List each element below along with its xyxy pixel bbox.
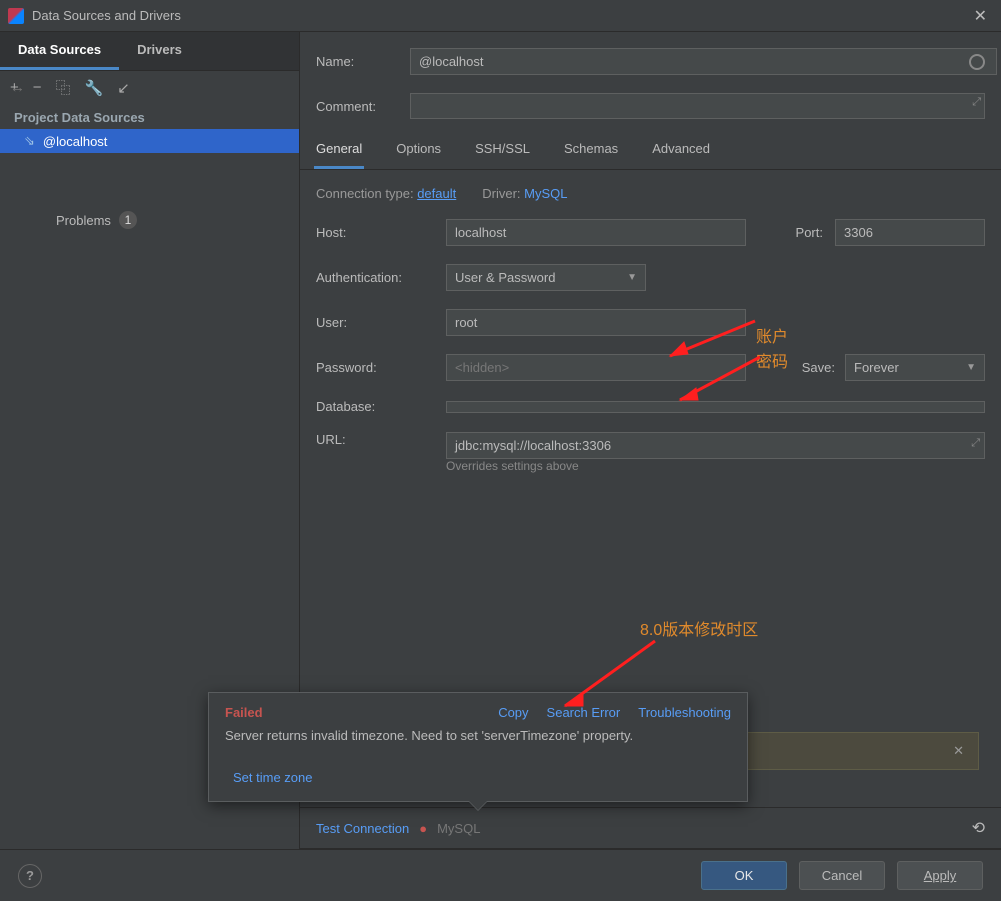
tab-schemas[interactable]: Schemas [562, 135, 620, 169]
datasource-item[interactable]: ⇘ @localhost [0, 129, 299, 153]
tooltip-troubleshooting-link[interactable]: Troubleshooting [638, 705, 731, 720]
tab-advanced[interactable]: Advanced [650, 135, 712, 169]
host-label: Host: [316, 225, 434, 240]
cancel-button[interactable]: Cancel [799, 861, 885, 890]
tab-data-sources[interactable]: Data Sources [0, 32, 119, 70]
problems-count-badge: 1 [119, 211, 137, 229]
help-button[interactable]: ? [18, 864, 42, 888]
auth-select[interactable]: User & Password ▼ [446, 264, 646, 291]
test-connection-link[interactable]: Test Connection [316, 821, 409, 836]
apply-button[interactable]: Apply [897, 861, 983, 890]
remove-icon[interactable]: − [33, 79, 42, 96]
wrench-icon[interactable]: 🔧 [85, 79, 104, 97]
chevron-down-icon: ▼ [627, 272, 637, 283]
connection-info-row: Connection type: default Driver: MySQL [316, 186, 985, 201]
close-banner-icon[interactable]: ✕ [953, 743, 964, 759]
tab-general[interactable]: General [314, 135, 364, 169]
password-input[interactable]: <hidden> [446, 354, 746, 381]
revert-icon[interactable]: ↙ [117, 79, 130, 97]
problems-label: Problems [56, 213, 111, 228]
user-label: User: [316, 315, 434, 330]
save-select[interactable]: Forever ▼ [845, 354, 985, 381]
left-tabs: Data Sources Drivers [0, 32, 299, 71]
driver-label: Driver: [482, 186, 520, 201]
test-driver-label: MySQL [437, 821, 480, 836]
left-toolbar: + − ⿻ 🔧 ↙ ← → [0, 71, 299, 104]
auth-label: Authentication: [316, 270, 434, 285]
name-input[interactable]: @localhost [410, 48, 997, 75]
title-bar: Data Sources and Drivers ✕ [0, 0, 1001, 32]
window-title: Data Sources and Drivers [32, 8, 968, 23]
url-value: jdbc:mysql://localhost:3306 [455, 438, 611, 453]
connection-type-link[interactable]: default [417, 186, 456, 201]
port-label: Port: [796, 225, 823, 240]
save-value: Forever [854, 360, 899, 375]
comment-input[interactable] [410, 93, 985, 119]
config-tabs: General Options SSH/SSL Schemas Advanced [300, 123, 1001, 170]
driver-link[interactable]: MySQL [524, 186, 567, 201]
tree-header-project: Project Data Sources [0, 104, 299, 129]
url-label: URL: [316, 432, 434, 447]
dialog-footer: ? OK Cancel Apply [0, 849, 1001, 901]
auth-value: User & Password [455, 270, 555, 285]
name-label: Name: [316, 54, 410, 69]
duplicate-icon[interactable]: ⿻ [56, 77, 71, 98]
set-timezone-link[interactable]: Set time zone [225, 770, 313, 785]
reset-icon[interactable]: ⟲ [972, 818, 985, 838]
tab-drivers[interactable]: Drivers [119, 32, 200, 70]
url-hint: Overrides settings above [446, 459, 985, 473]
test-connection-row: Test Connection ● MySQL ⟲ [300, 807, 1001, 849]
tab-ssh-ssl[interactable]: SSH/SSL [473, 135, 532, 169]
database-input[interactable] [446, 401, 985, 413]
app-icon [8, 8, 24, 24]
color-picker-icon[interactable] [969, 54, 985, 70]
tab-options[interactable]: Options [394, 135, 443, 169]
port-input[interactable]: 3306 [835, 219, 985, 246]
tooltip-failed-label: Failed [225, 705, 263, 720]
expand-url-icon[interactable]: ⤢ [971, 437, 980, 450]
host-input[interactable]: localhost [446, 219, 746, 246]
tooltip-message: Server returns invalid timezone. Need to… [225, 726, 731, 746]
ok-button[interactable]: OK [701, 861, 787, 890]
comment-label: Comment: [316, 99, 410, 114]
add-icon[interactable]: + [10, 79, 19, 96]
error-icon: ● [419, 821, 427, 836]
problems-item[interactable]: Problems 1 [0, 203, 299, 237]
url-input[interactable]: jdbc:mysql://localhost:3306 ⤢ [446, 432, 985, 459]
tooltip-copy-link[interactable]: Copy [498, 705, 528, 720]
database-label: Database: [316, 399, 434, 414]
datasource-icon: ⇘ [24, 133, 35, 149]
user-input[interactable]: root [446, 309, 746, 336]
chevron-down-icon: ▼ [966, 362, 976, 373]
expand-comment-icon[interactable]: ⤢ [972, 96, 981, 109]
close-icon[interactable]: ✕ [968, 6, 993, 26]
password-label: Password: [316, 360, 434, 375]
save-label: Save: [802, 360, 835, 375]
error-tooltip: Failed Copy Search Error Troubleshooting… [208, 692, 748, 802]
connection-type-label: Connection type: [316, 186, 414, 201]
tooltip-search-error-link[interactable]: Search Error [547, 705, 621, 720]
datasource-label: @localhost [43, 134, 108, 149]
